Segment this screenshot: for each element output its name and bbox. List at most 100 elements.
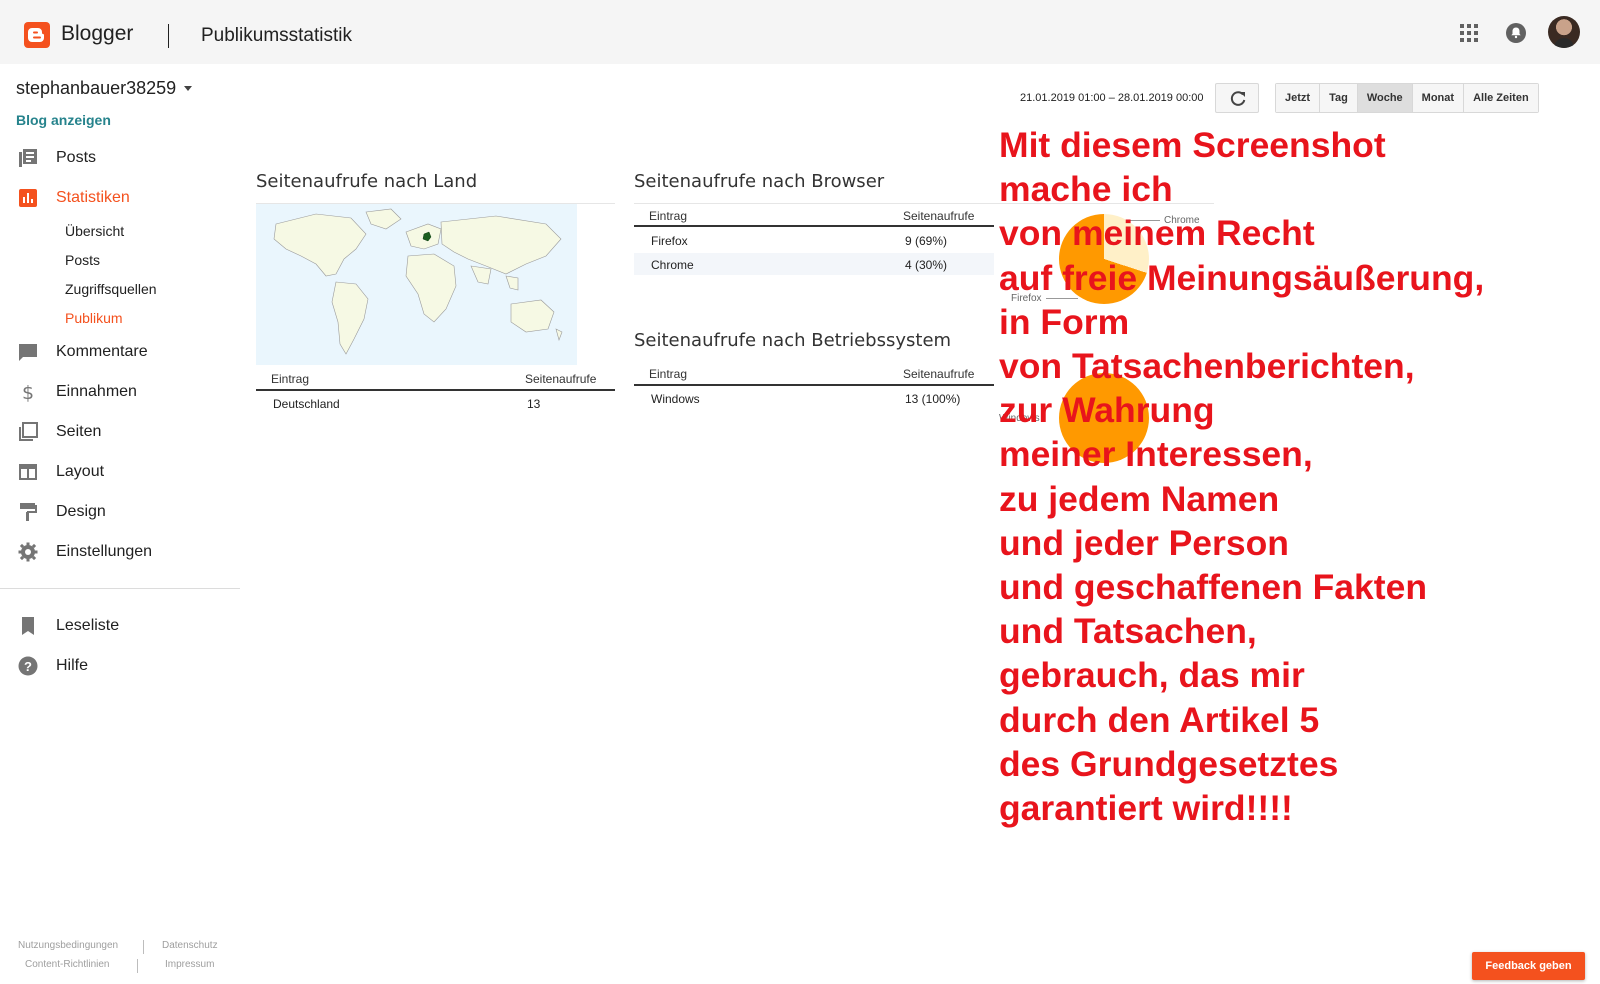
blogger-logo-icon[interactable] [24, 22, 50, 48]
svg-text:$: $ [22, 382, 34, 402]
stats-icon [19, 189, 37, 207]
notifications-icon[interactable] [1505, 22, 1527, 44]
footer-privacy-link[interactable]: Datenschutz [162, 940, 218, 951]
nav-item-einnahmen[interactable]: $ Einnahmen [0, 374, 240, 410]
refresh-icon [1230, 91, 1246, 106]
footer-separator [143, 940, 144, 954]
nav-label: Kommentare [56, 343, 148, 360]
subnav-item-publikum[interactable]: Publikum [65, 310, 123, 326]
sidebar: stephanbauer38259 Blog anzeigen Posts St… [0, 64, 240, 984]
nav-item-kommentare[interactable]: Kommentare [0, 334, 240, 370]
pages-icon [19, 422, 38, 441]
nav-label: Design [56, 503, 106, 520]
os-row-views: 13 (100%) [905, 392, 961, 406]
overlay-statement: Mit diesem Screenshot mache ich von mein… [999, 123, 1599, 830]
footer-content-policy-link[interactable]: Content-Richtlinien [25, 959, 110, 970]
overlay-line: meiner Interessen, [999, 434, 1313, 475]
view-blog-link[interactable]: Blog anzeigen [16, 112, 111, 128]
nav-label: Leseliste [56, 617, 120, 634]
table-header-rule [634, 384, 994, 386]
os-col-views[interactable]: Seitenaufrufe [903, 367, 974, 381]
nav-item-seiten[interactable]: Seiten [0, 414, 240, 450]
browser-col-entry[interactable]: Eintrag [649, 209, 687, 223]
os-section-title: Seitenaufrufe nach Betriebssystem [634, 330, 952, 351]
overlay-line: auf freie Meinungsäußerung, [999, 257, 1485, 298]
range-button-tag[interactable]: Tag [1320, 84, 1358, 112]
nav-label: Seiten [56, 423, 102, 440]
settings-icon [18, 542, 38, 562]
svg-text:?: ? [24, 659, 32, 674]
sidebar-divider [0, 588, 240, 589]
earnings-icon: $ [22, 382, 34, 402]
os-row-entry: Windows [651, 392, 700, 406]
overlay-line: und Tatsachen, [999, 611, 1257, 652]
refresh-button[interactable] [1215, 83, 1259, 113]
nav-label: Layout [56, 463, 105, 480]
date-range-label: 21.01.2019 01:00 – 28.01.2019 00:00 [1020, 92, 1204, 104]
world-map-svg [273, 208, 563, 355]
top-bar: Blogger Publikumsstatistik [0, 0, 1600, 64]
browser-row-views: 9 (69%) [905, 234, 948, 248]
nav-item-leseliste[interactable]: Leseliste [0, 608, 240, 644]
overlay-line: zur Wahrung [999, 390, 1215, 431]
comments-icon [19, 344, 37, 361]
overlay-line: durch den Artikel 5 [999, 699, 1320, 740]
subnav-item-posts[interactable]: Posts [65, 252, 100, 268]
subnav-item-uebersicht[interactable]: Übersicht [65, 223, 124, 239]
nav-label: Posts [56, 149, 97, 166]
browser-row-entry: Firefox [651, 234, 688, 248]
apps-grid-icon[interactable] [1460, 24, 1478, 42]
blog-name[interactable]: stephanbauer38259 [16, 78, 176, 99]
range-button-alle-zeiten[interactable]: Alle Zeiten [1464, 84, 1538, 112]
browser-row-entry: Chrome [651, 258, 694, 272]
nav-item-statistiken[interactable]: Statistiken [0, 180, 240, 216]
page-title: Publikumsstatistik [201, 25, 352, 46]
nav-label: Hilfe [56, 657, 89, 674]
range-button-monat[interactable]: Monat [1412, 84, 1465, 112]
overlay-line: mache ich [999, 169, 1173, 210]
country-col-views[interactable]: Seitenaufrufe [525, 372, 596, 386]
range-button-woche[interactable]: Woche [1357, 84, 1413, 112]
nav-item-hilfe[interactable]: ? Hilfe [0, 648, 240, 684]
nav-label: Einnahmen [56, 383, 137, 400]
browser-col-views[interactable]: Seitenaufrufe [903, 209, 974, 223]
bookmark-icon [22, 617, 34, 635]
nav-item-design[interactable]: Design [0, 494, 240, 530]
overlay-line: Mit diesem Screenshot [999, 125, 1386, 165]
header-divider [168, 24, 169, 48]
country-col-entry[interactable]: Eintrag [271, 372, 309, 386]
feedback-button[interactable]: Feedback geben [1472, 952, 1585, 980]
country-row-views: 13 [527, 397, 541, 411]
overlay-line: zu jedem Namen [999, 478, 1280, 519]
overlay-line: und jeder Person [999, 522, 1289, 563]
nav-item-einstellungen[interactable]: Einstellungen [0, 534, 240, 570]
table-header-rule [256, 389, 615, 391]
footer-imprint-link[interactable]: Impressum [165, 959, 214, 970]
nav-item-layout[interactable]: Layout [0, 454, 240, 490]
overlay-line: garantiert wird!!!! [999, 788, 1293, 829]
help-icon: ? [18, 656, 38, 676]
overlay-line: des Grundgesetztes [999, 743, 1339, 784]
country-row-entry: Deutschland [273, 397, 340, 411]
brand-name: Blogger [61, 22, 134, 45]
posts-icon [19, 149, 37, 167]
browser-section-title: Seitenaufrufe nach Browser [634, 171, 885, 192]
overlay-line: in Form [999, 301, 1130, 342]
footer-terms-link[interactable]: Nutzungsbedingungen [18, 940, 118, 951]
layout-icon [19, 464, 37, 480]
os-col-entry[interactable]: Eintrag [649, 367, 687, 381]
design-icon [20, 503, 37, 521]
world-map[interactable] [256, 204, 577, 365]
blog-switcher-caret-icon[interactable] [184, 86, 192, 91]
time-range-selector: Jetzt Tag Woche Monat Alle Zeiten [1275, 83, 1539, 113]
nav-label: Statistiken [56, 189, 130, 206]
footer-separator [137, 959, 138, 973]
overlay-line: von Tatsachenberichten, [999, 346, 1415, 387]
overlay-line: und geschaffenen Fakten [999, 567, 1428, 608]
user-avatar[interactable] [1548, 16, 1580, 48]
nav-item-posts[interactable]: Posts [0, 140, 240, 176]
subnav-item-zugriffsquellen[interactable]: Zugriffsquellen [65, 281, 157, 297]
country-section-title: Seitenaufrufe nach Land [256, 171, 478, 192]
browser-row-views: 4 (30%) [905, 258, 948, 272]
range-button-jetzt[interactable]: Jetzt [1276, 84, 1321, 112]
